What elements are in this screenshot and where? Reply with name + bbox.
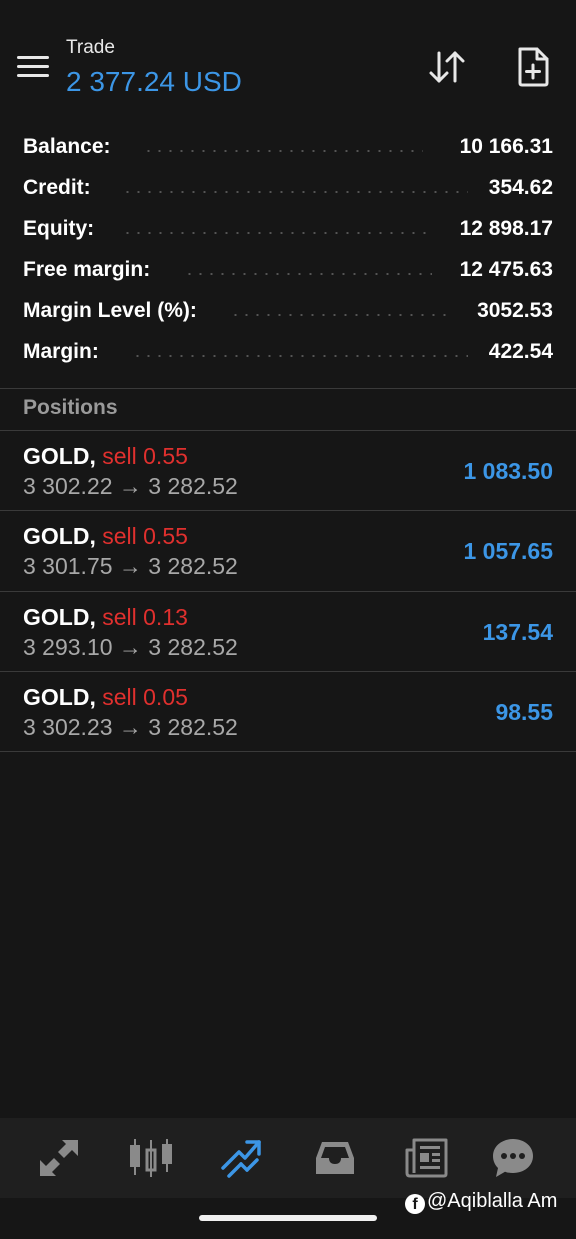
news-icon[interactable] <box>404 1136 450 1180</box>
position-row[interactable]: GOLD, sell 0.05 3 302.23 → 3 282.52 98.5… <box>0 672 576 752</box>
summary-row-free-margin: Free margin: 12 475.63 <box>0 251 576 292</box>
quotes-icon[interactable] <box>36 1136 82 1180</box>
summary-value: 422.54 <box>488 340 553 363</box>
position-prices: 3 301.75 → 3 282.52 <box>23 553 238 579</box>
bottom-navigation <box>0 1118 576 1198</box>
dot-leader <box>122 232 434 234</box>
summary-row-margin-level: Margin Level (%): 3052.53 <box>0 292 576 333</box>
menu-icon[interactable] <box>17 56 49 78</box>
positions-section-header: Positions <box>0 389 576 430</box>
position-row[interactable]: GOLD, sell 0.13 3 293.10 → 3 282.52 137.… <box>0 592 576 672</box>
page-title: Trade <box>66 37 115 58</box>
top-bar: Trade 2 377.24 USD <box>0 0 576 120</box>
dot-leader <box>132 355 468 357</box>
summary-value: 12 475.63 <box>459 258 553 281</box>
position-profit: 98.55 <box>495 699 553 725</box>
position-profit: 137.54 <box>482 619 553 645</box>
summary-value: 354.62 <box>488 176 553 199</box>
position-side: sell 0.05 <box>102 684 188 710</box>
position-symbol: GOLD, <box>23 604 96 630</box>
position-profit: 1 083.50 <box>463 458 553 484</box>
summary-label: Margin: <box>23 340 99 363</box>
dot-leader <box>143 150 423 152</box>
watermark: f @Aqiblalla Am <box>405 1190 557 1214</box>
summary-value: 3052.53 <box>477 299 553 322</box>
position-symbol: GOLD, <box>23 523 96 549</box>
summary-row-credit: Credit: 354.62 <box>0 169 576 210</box>
history-icon[interactable] <box>312 1136 358 1180</box>
facebook-icon: f <box>405 1194 425 1214</box>
dot-leader <box>122 191 468 193</box>
chart-icon[interactable] <box>128 1136 174 1180</box>
position-profit: 1 057.65 <box>463 538 553 564</box>
position-prices: 3 302.23 → 3 282.52 <box>23 714 238 740</box>
watermark-text: @Aqiblalla Am <box>427 1190 558 1212</box>
summary-label: Margin Level (%): <box>23 299 197 322</box>
summary-label: Equity: <box>23 217 95 240</box>
summary-label: Credit: <box>23 176 91 199</box>
position-side: sell 0.13 <box>102 604 188 630</box>
position-prices: 3 293.10 → 3 282.52 <box>23 634 238 660</box>
position-row[interactable]: GOLD, sell 0.55 3 302.22 → 3 282.52 1 08… <box>0 431 576 511</box>
summary-row-equity: Equity: 12 898.17 <box>0 210 576 251</box>
summary-row-balance: Balance: 10 166.31 <box>0 128 576 169</box>
position-side: sell 0.55 <box>102 443 188 469</box>
dot-leader <box>184 273 432 275</box>
summary-label: Free margin: <box>23 258 151 281</box>
divider <box>0 751 576 752</box>
position-symbol: GOLD, <box>23 684 96 710</box>
sort-icon[interactable] <box>426 47 468 87</box>
trade-icon[interactable] <box>219 1136 265 1180</box>
account-balance-summary: 2 377.24 USD <box>66 66 242 97</box>
gesture-bar[interactable] <box>199 1215 377 1221</box>
chat-icon[interactable] <box>490 1136 536 1180</box>
position-symbol: GOLD, <box>23 443 96 469</box>
position-prices: 3 302.22 → 3 282.52 <box>23 473 238 499</box>
summary-row-margin: Margin: 422.54 <box>0 333 576 374</box>
summary-value: 10 166.31 <box>459 135 553 158</box>
new-order-icon[interactable] <box>514 46 552 88</box>
position-side: sell 0.55 <box>102 523 188 549</box>
dot-leader <box>230 314 450 316</box>
summary-label: Balance: <box>23 135 111 158</box>
section-title: Positions <box>23 396 118 419</box>
summary-value: 12 898.17 <box>459 217 553 240</box>
position-row[interactable]: GOLD, sell 0.55 3 301.75 → 3 282.52 1 05… <box>0 511 576 591</box>
